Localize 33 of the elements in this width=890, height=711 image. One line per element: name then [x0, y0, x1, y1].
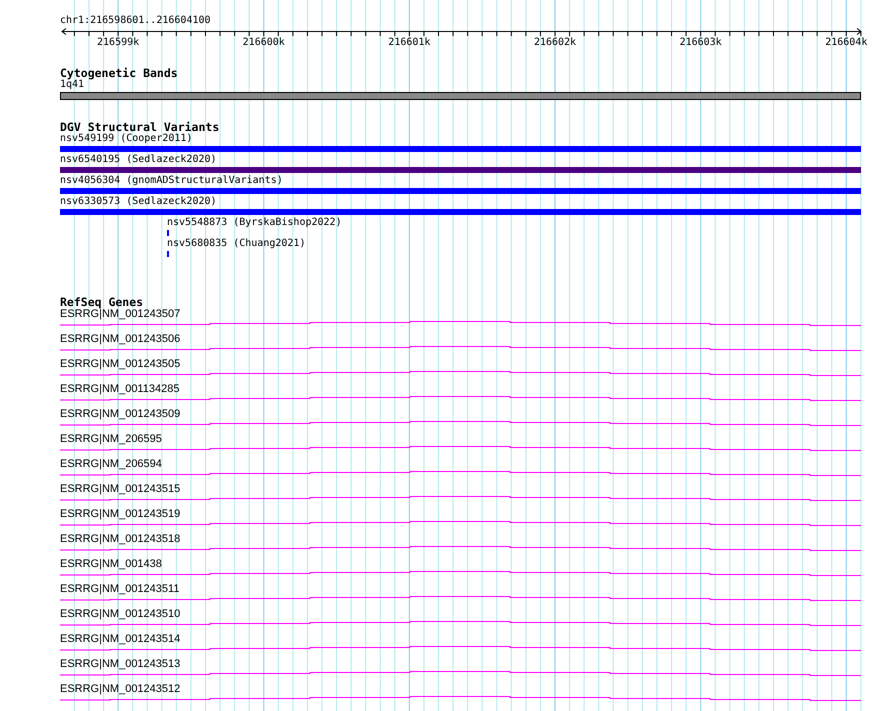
variant-label: nsv549199 (Cooper2011) [60, 133, 194, 145]
gene-label: ESRRG|NM_001243511 [60, 583, 180, 595]
tick-label: 216602k [534, 37, 576, 49]
gene-label: ESRRG|NM_001243509 [60, 408, 182, 420]
gene-label: ESRRG|NM_001243512 [60, 683, 182, 695]
tick-label: 216600k [242, 37, 285, 49]
gene-label: ESRRG|NM_001134285 [60, 383, 180, 395]
gene-label: ESRRG|NM_001243506 [60, 333, 182, 345]
location-label: chr1:216598601..216604100 [60, 15, 212, 27]
gene-label: ESRRG|NM_206595 [60, 433, 163, 445]
track-title: DGV Structural Variants [60, 121, 220, 133]
gene-label: ESRRG|NM_001243510 [60, 608, 182, 620]
tick-label: 216603k [680, 37, 722, 49]
gene-label: ESRRG|NM_001243505 [60, 358, 182, 370]
variant-label: nsv4056304 (gnomADStructuralVariants) [60, 175, 284, 187]
tick-label: 216601k [388, 37, 430, 49]
gene-label: ESRRG|NM_001243513 [60, 658, 182, 670]
tick-label: 216599k [97, 37, 140, 49]
gene-label: ESRRG|NM_001243514 [60, 633, 182, 645]
gene-label: ESRRG|NM_206594 [60, 458, 163, 470]
gene-label: ESRRG|NM_001243515 [60, 483, 182, 495]
variant-label: nsv5548873 (ByrskaBishop2022) [167, 217, 343, 229]
gene-label: ESRRG|NM_001243518 [60, 533, 182, 545]
track-title: Cytogenetic Bands [60, 67, 179, 79]
variant-label: nsv6540195 (Sedlazeck2020) [60, 154, 218, 166]
tick-label: 216604k [825, 37, 868, 49]
gene-label: ESRRG|NM_001438 [60, 558, 163, 570]
band-label: 1q41 [60, 79, 84, 91]
variant-label: nsv6330573 (Sedlazeck2020) [60, 196, 218, 208]
gene-label: ESRRG|NM_001243519 [60, 508, 182, 520]
gene-label: ESRRG|NM_001243507 [60, 308, 182, 320]
variant-label: nsv5680835 (Chuang2021) [167, 238, 306, 250]
track-title: RefSeq Genes [60, 296, 144, 308]
